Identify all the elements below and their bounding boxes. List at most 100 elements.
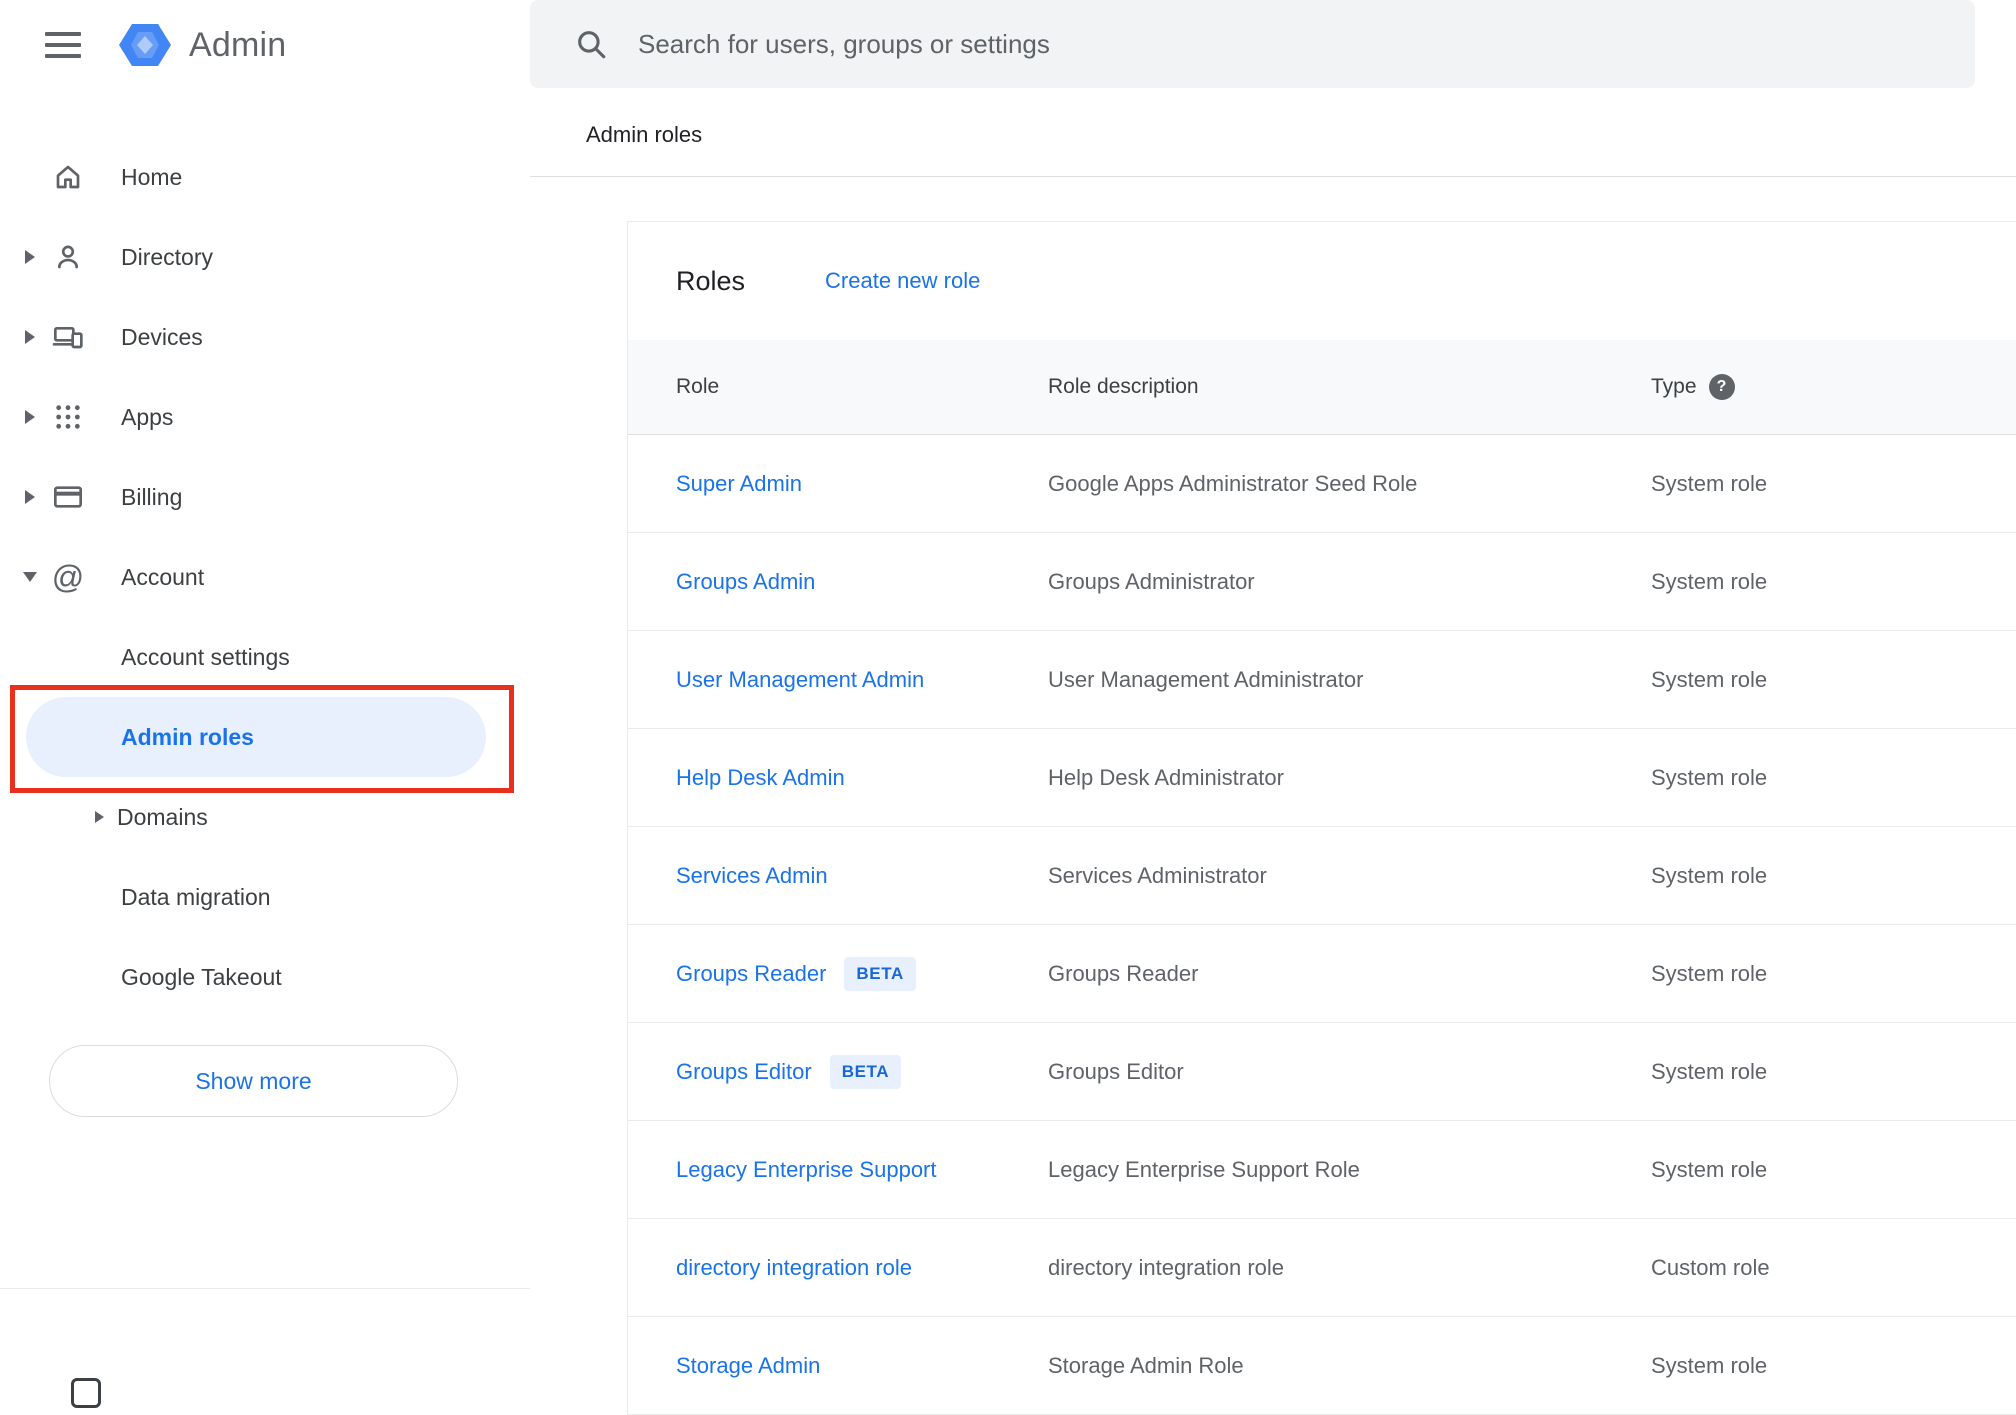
credit-card-icon xyxy=(46,481,90,513)
admin-logo-icon[interactable] xyxy=(119,22,171,68)
role-type: System role xyxy=(1651,764,1768,790)
role-description: Legacy Enterprise Support Role xyxy=(1048,1156,1360,1182)
expand-arrow-icon[interactable] xyxy=(95,811,104,823)
sidebar-header: Admin xyxy=(0,0,530,90)
role-description: Google Apps Administrator Seed Role xyxy=(1048,470,1418,496)
sidebar-item-label: Data migration xyxy=(121,883,271,910)
at-sign-icon: @ xyxy=(51,559,85,595)
sidebar-item-label: Devices xyxy=(121,323,203,350)
apps-grid-icon xyxy=(46,401,90,433)
role-link[interactable]: User Management Admin xyxy=(676,667,924,693)
search-input[interactable] xyxy=(638,28,1838,60)
card-title: Roles xyxy=(676,265,746,296)
role-type: System role xyxy=(1651,862,1768,888)
table-row: Super Admin Google Apps Administrator Se… xyxy=(628,435,2016,533)
sidebar-item-label: Billing xyxy=(121,483,183,510)
sidebar-item-devices[interactable]: Devices xyxy=(0,297,530,377)
help-icon[interactable]: ? xyxy=(1708,374,1735,400)
devices-icon xyxy=(46,321,90,353)
header-divider xyxy=(530,176,2016,177)
sidebar-item-domains[interactable]: Domains xyxy=(0,777,530,857)
search-icon xyxy=(574,27,608,61)
beta-badge: BETA xyxy=(829,1054,902,1089)
role-type: Custom role xyxy=(1651,1254,1770,1280)
expand-arrow-icon[interactable] xyxy=(14,250,46,264)
sidebar-item-label: Account xyxy=(121,563,205,590)
sidebar-item-account-settings[interactable]: Account settings xyxy=(0,617,530,697)
sidebar-item-label: Directory xyxy=(121,243,214,270)
role-description: Groups Editor xyxy=(1048,1058,1184,1084)
role-description: Help Desk Administrator xyxy=(1048,764,1284,790)
sidebar-item-label: Admin roles xyxy=(121,723,254,750)
sidebar-item-label: Home xyxy=(121,163,183,190)
sidebar-item-apps[interactable]: Apps xyxy=(0,377,530,457)
role-link[interactable]: Groups Editor xyxy=(676,1059,812,1085)
role-description: Groups Administrator xyxy=(1048,568,1255,594)
table-row: Groups Editor BETA Groups Editor System … xyxy=(628,1023,2016,1121)
partial-bottom-icon xyxy=(71,1378,101,1408)
home-icon xyxy=(46,161,90,193)
sidebar-item-account[interactable]: @ Account xyxy=(0,537,530,617)
role-link[interactable]: Services Admin xyxy=(676,863,828,889)
table-header-row: Role Role description Type ? xyxy=(628,340,2016,435)
role-description: Storage Admin Role xyxy=(1048,1352,1244,1378)
sidebar-item-label: Domains xyxy=(117,803,208,830)
sidebar-item-billing[interactable]: Billing xyxy=(0,457,530,537)
role-link[interactable]: directory integration role xyxy=(676,1255,912,1281)
create-new-role-link[interactable]: Create new role xyxy=(825,268,980,294)
roles-card: Roles Create new role Role Role descript… xyxy=(627,221,2016,1415)
table-row: Groups Admin Groups Administrator System… xyxy=(628,533,2016,631)
brand-title: Admin xyxy=(189,25,287,64)
role-type: System role xyxy=(1651,1156,1768,1182)
role-type: System role xyxy=(1651,960,1768,986)
table-row: directory integration role directory int… xyxy=(628,1219,2016,1317)
table-row: Help Desk Admin Help Desk Administrator … xyxy=(628,729,2016,827)
sidebar-item-label: Apps xyxy=(121,403,174,430)
expand-arrow-icon[interactable] xyxy=(14,490,46,504)
table-row: Groups Reader BETA Groups Reader System … xyxy=(628,925,2016,1023)
table-row: User Management Admin User Management Ad… xyxy=(628,631,2016,729)
person-icon xyxy=(46,241,90,273)
table-row: Storage Admin Storage Admin Role System … xyxy=(628,1317,2016,1415)
breadcrumb: Admin roles xyxy=(586,122,703,147)
search-bar[interactable] xyxy=(530,0,1975,88)
collapse-arrow-icon[interactable] xyxy=(14,572,46,582)
show-more-button[interactable]: Show more xyxy=(49,1045,458,1117)
table-row: Legacy Enterprise Support Legacy Enterpr… xyxy=(628,1121,2016,1219)
role-link[interactable]: Help Desk Admin xyxy=(676,765,845,791)
role-type: System role xyxy=(1651,568,1768,594)
sidebar-item-label: Google Takeout xyxy=(121,963,282,990)
sidebar-item-label: Account settings xyxy=(121,643,290,670)
menu-icon[interactable] xyxy=(45,32,81,58)
role-description: User Management Administrator xyxy=(1048,666,1364,692)
expand-arrow-icon[interactable] xyxy=(14,410,46,424)
expand-arrow-icon[interactable] xyxy=(14,330,46,344)
column-header-type: Type ? xyxy=(1651,374,2016,400)
sidebar-divider xyxy=(0,1288,530,1289)
role-link[interactable]: Super Admin xyxy=(676,471,802,497)
role-type: System role xyxy=(1651,666,1768,692)
main-content: Admin roles Roles Create new role Role R… xyxy=(530,0,2016,1415)
sidebar-item-admin-roles[interactable]: Admin roles xyxy=(26,697,486,777)
role-type: System role xyxy=(1651,1352,1768,1378)
sidebar-item-directory[interactable]: Directory xyxy=(0,217,530,297)
role-link[interactable]: Groups Admin xyxy=(676,569,815,595)
role-type: System role xyxy=(1651,470,1768,496)
column-header-description: Role description xyxy=(1048,375,1199,398)
role-description: Services Administrator xyxy=(1048,862,1267,888)
sidebar-nav: Home Directory Devices Apps Billing @ Ac… xyxy=(0,137,530,1117)
sidebar: Admin Home Directory Devices Apps Billin… xyxy=(0,0,530,1408)
sidebar-item-google-takeout[interactable]: Google Takeout xyxy=(0,937,530,1017)
role-type: System role xyxy=(1651,1058,1768,1084)
role-description: directory integration role xyxy=(1048,1254,1285,1280)
table-row: Services Admin Services Administrator Sy… xyxy=(628,827,2016,925)
sidebar-item-home[interactable]: Home xyxy=(0,137,530,217)
sidebar-item-data-migration[interactable]: Data migration xyxy=(0,857,530,937)
card-header: Roles Create new role xyxy=(628,222,2016,340)
role-link[interactable]: Storage Admin xyxy=(676,1353,820,1379)
role-description: Groups Reader xyxy=(1048,960,1199,986)
role-link[interactable]: Legacy Enterprise Support xyxy=(676,1157,937,1183)
role-link[interactable]: Groups Reader xyxy=(676,961,826,987)
column-header-role: Role xyxy=(676,375,720,398)
beta-badge: BETA xyxy=(844,956,916,991)
